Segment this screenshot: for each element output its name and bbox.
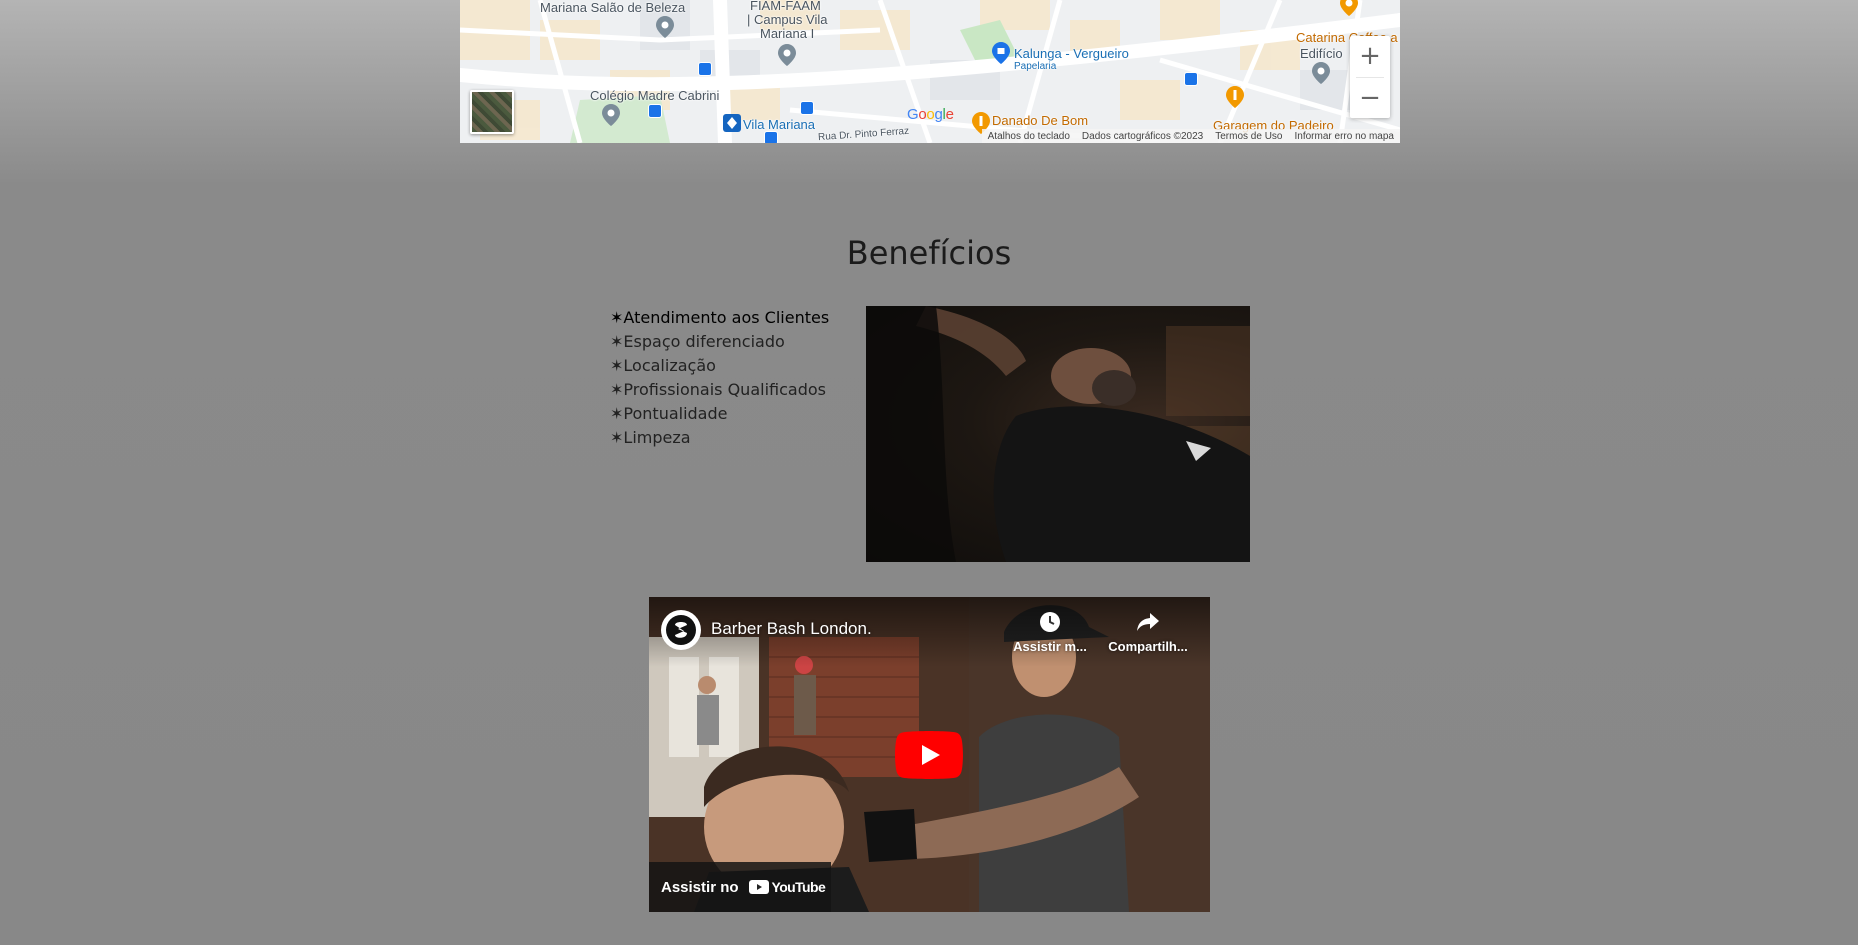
google-logo: Google <box>907 106 954 123</box>
keyboard-shortcuts-link[interactable]: Atalhos do teclado <box>988 131 1070 142</box>
map-label-fiam: | Campus Vila <box>747 12 828 27</box>
youtube-play-icon <box>748 880 769 894</box>
map-label-salon: Mariana Salão de Beleza <box>540 0 686 15</box>
barber-shaving-photo <box>866 306 1250 562</box>
benefit-item: ✶Espaço diferenciado <box>610 332 785 351</box>
share-label: Compartilh... <box>1108 639 1188 654</box>
school-pin-icon[interactable] <box>778 44 796 66</box>
channel-logo-icon <box>666 615 696 645</box>
cafe-pin-icon[interactable] <box>1340 0 1358 16</box>
benefit-item: ✶Localização <box>610 356 716 375</box>
terms-link[interactable]: Termos de Uso <box>1215 131 1282 142</box>
zoom-out-button[interactable]: − <box>1350 78 1390 118</box>
map-label-papelaria: Papelaria <box>1014 61 1057 72</box>
share-icon <box>1137 613 1159 631</box>
map-embed[interactable]: Mariana Salão de Beleza FIAM-FAAM | Camp… <box>460 0 1400 143</box>
zoom-in-button[interactable]: + <box>1350 36 1390 76</box>
youtube-wordmark: YouTube <box>771 879 826 895</box>
map-label-fiam: Mariana I <box>760 26 815 41</box>
benefit-item: ✶Pontualidade <box>610 404 728 423</box>
place-pin-icon[interactable] <box>1312 62 1330 84</box>
bus-stop-icon[interactable] <box>1184 72 1198 86</box>
benefits-list: ✶Atendimento aos Clientes ✶Espaço difere… <box>610 306 829 450</box>
bus-stop-icon[interactable] <box>698 62 712 76</box>
map-label-edificio: Edifício <box>1300 46 1343 61</box>
satellite-layer-toggle[interactable] <box>470 90 514 134</box>
bus-stop-icon[interactable] <box>764 131 778 143</box>
watch-later-button[interactable]: Assistir m... <box>1005 609 1095 654</box>
metro-station-icon[interactable] <box>723 114 741 136</box>
school-pin-icon[interactable] <box>602 104 620 126</box>
benefits-heading: Benefícios <box>846 234 1012 272</box>
map-label-colegio: Colégio Madre Cabrini <box>590 88 720 103</box>
bus-stop-icon[interactable] <box>800 101 814 115</box>
benefit-item: ✶Limpeza <box>610 428 691 447</box>
map-label-vila-mariana: Vila Mariana <box>743 117 816 132</box>
report-error-link[interactable]: Informar erro no mapa <box>1295 131 1395 142</box>
shopping-pin-icon[interactable] <box>992 42 1010 64</box>
benefit-item: ✶Atendimento aos Clientes <box>610 308 830 327</box>
watch-on-label: Assistir no <box>661 878 739 896</box>
benefit-item: ✶Profissionais Qualificados <box>610 380 826 399</box>
map-data-credit: Dados cartográficos ©2023 <box>1081 130 1204 142</box>
youtube-video-embed[interactable]: Barber Bash London. Assistir m... Compar… <box>649 597 1210 912</box>
map-label-danado: Danado De Bom <box>992 113 1089 128</box>
map-label-kalunga: Kalunga - Vergueiro <box>1014 46 1129 61</box>
zoom-controls: + − <box>1350 36 1390 118</box>
poi-pin-icon[interactable] <box>656 16 674 38</box>
restaurant-pin-icon[interactable] <box>1226 86 1244 108</box>
youtube-logo: YouTube <box>748 879 826 895</box>
play-button[interactable] <box>895 731 963 779</box>
share-button[interactable]: Compartilh... <box>1103 609 1193 654</box>
bus-stop-icon[interactable] <box>648 104 662 118</box>
watch-on-youtube-link[interactable]: Assistir no YouTube <box>649 862 831 912</box>
channel-avatar[interactable] <box>661 610 701 650</box>
map-footer: Atalhos do teclado Dados cartográficos ©… <box>981 129 1400 143</box>
watch-later-label: Assistir m... <box>1013 639 1087 654</box>
clock-icon <box>1040 612 1060 632</box>
video-title[interactable]: Barber Bash London. <box>711 619 872 639</box>
